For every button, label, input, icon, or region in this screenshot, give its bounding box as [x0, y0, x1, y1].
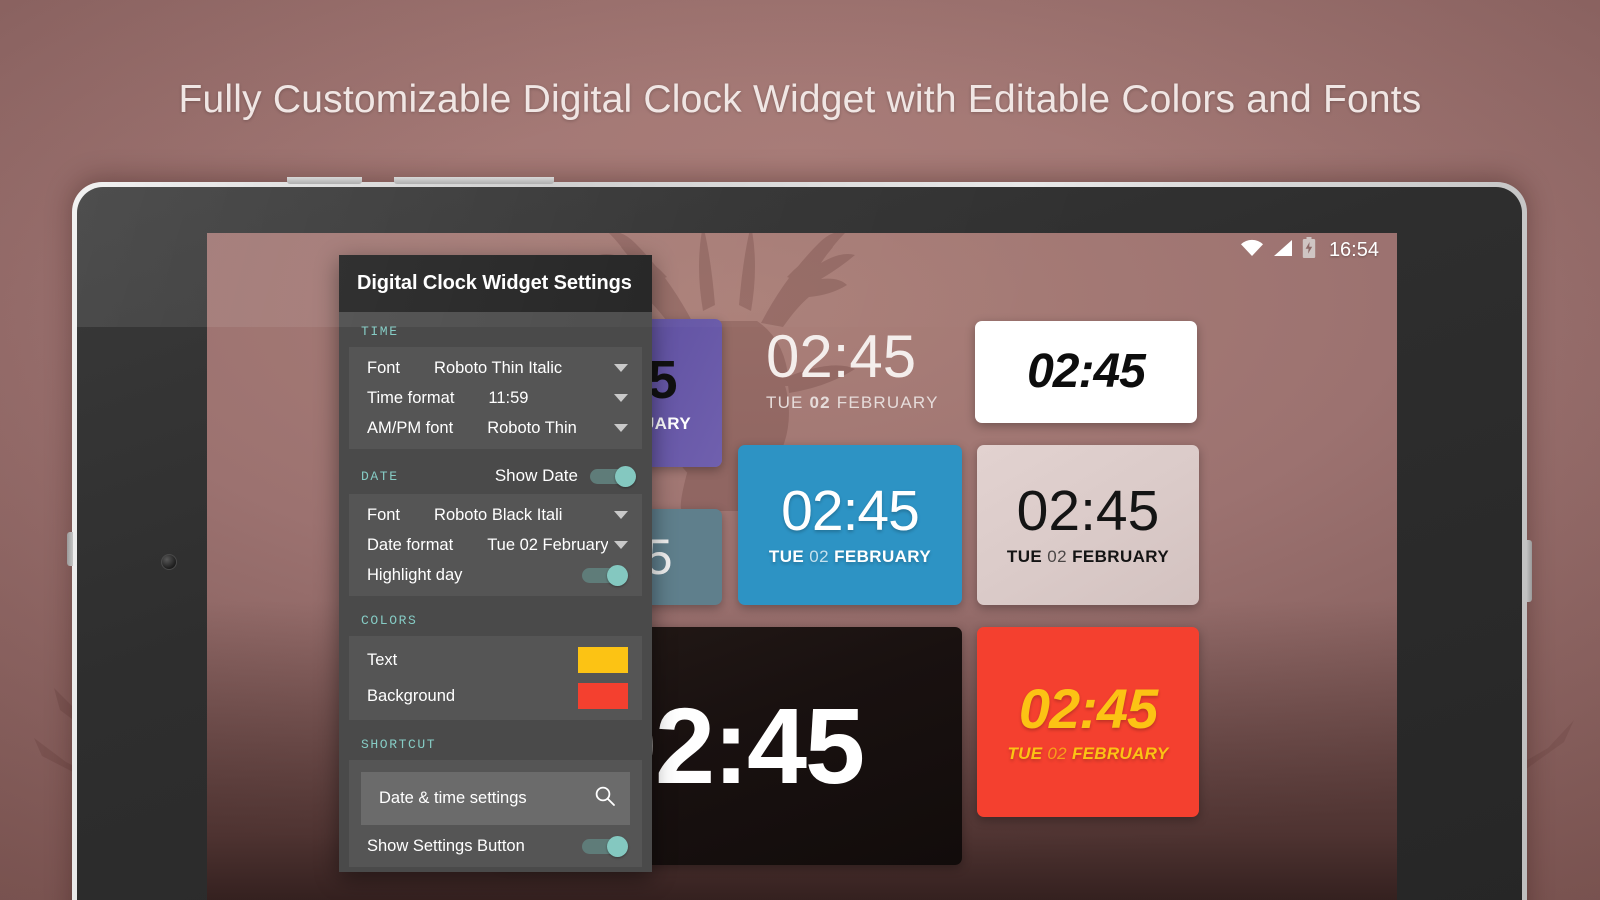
widget-preview-red[interactable]: 02:45 TUE 02 FEBRUARY	[977, 627, 1199, 817]
toggle-thumb	[607, 565, 628, 586]
setting-row-time-format[interactable]: Time format 11:59	[349, 383, 642, 413]
signal-icon	[1273, 239, 1293, 262]
section-header-date: DATE Show Date	[339, 454, 652, 494]
widget-time: 02:45	[1027, 345, 1146, 398]
widget-date-prefix: TUE	[1007, 743, 1048, 763]
settings-panel-title: Digital Clock Widget Settings	[339, 255, 652, 312]
widget-date: TUE 02 FEBRUARY	[766, 393, 939, 413]
widget-preview-transparent[interactable]: 02:45 TUE 02 FEBRUARY	[760, 315, 982, 425]
search-icon[interactable]	[594, 785, 616, 812]
setting-key: AM/PM font	[367, 418, 454, 437]
text-color-swatch[interactable]	[578, 647, 628, 673]
widget-date-suffix: FEBRUARY	[828, 547, 932, 566]
tablet-screen: 16:54 02:45 TUE 02 FEBRUARY 02:45 TUE 02…	[207, 233, 1397, 900]
setting-row-time-font[interactable]: Font Roboto Thin Italic	[349, 353, 642, 383]
background-color-swatch[interactable]	[578, 683, 628, 709]
setting-row-ampm-font[interactable]: AM/PM font Roboto Thin	[349, 413, 642, 443]
setting-key: Font	[367, 505, 401, 524]
widget-date: TUE 02 FEBRUARY	[769, 547, 931, 567]
section-label-date: DATE	[361, 468, 399, 484]
tablet-bezel: 16:54 02:45 TUE 02 FEBRUARY 02:45 TUE 02…	[77, 187, 1522, 900]
tablet-device: 16:54 02:45 TUE 02 FEBRUARY 02:45 TUE 02…	[67, 177, 1532, 900]
setting-key: Time format	[367, 388, 455, 407]
setting-row-highlight-day[interactable]: Highlight day	[349, 560, 642, 590]
widget-time: 02:45	[781, 479, 920, 543]
setting-value: Roboto Thin Italic	[434, 358, 563, 377]
setting-row-date-format[interactable]: Date format Tue 02 February	[349, 530, 642, 560]
widget-date: TUE 02 FEBRUARY	[1007, 744, 1168, 764]
setting-key: Font	[367, 358, 401, 377]
shortcut-search-value: Date & time settings	[379, 789, 527, 807]
promo-headline: Fully Customizable Digital Clock Widget …	[178, 78, 1422, 121]
show-date-toggle[interactable]	[590, 466, 636, 487]
widget-preview-beige[interactable]: 02:45 TUE 02 FEBRUARY	[977, 445, 1199, 605]
setting-key: Background	[367, 686, 456, 705]
widget-time: 02:45	[1016, 479, 1160, 543]
show-date-label: Show Date	[494, 466, 578, 485]
widget-date: TUE 02 FEBRUARY	[1007, 547, 1169, 567]
setting-row-text-color[interactable]: Text	[349, 642, 642, 678]
widget-preview-white[interactable]: 02:45	[975, 321, 1197, 423]
status-bar-clock: 16:54	[1328, 238, 1379, 261]
highlight-day-toggle[interactable]	[582, 565, 628, 586]
section-header-time: TIME	[339, 312, 652, 347]
section-label-time: TIME	[361, 324, 399, 339]
widget-date-day: 02	[1047, 547, 1067, 566]
chevron-down-icon[interactable]	[614, 511, 628, 519]
setting-key: Show Settings Button	[367, 836, 525, 855]
section-label-shortcut: SHORTCUT	[361, 737, 437, 752]
settings-panel: Digital Clock Widget Settings TIME Font …	[339, 255, 652, 872]
setting-row-date-font[interactable]: Font Roboto Black Itali	[349, 500, 642, 530]
section-card-colors: Text Background	[349, 636, 642, 720]
show-settings-button-toggle[interactable]	[582, 836, 628, 857]
chevron-down-icon[interactable]	[614, 424, 628, 432]
widget-date-suffix: FEBRUARY	[830, 393, 939, 412]
setting-row-background-color[interactable]: Background	[349, 678, 642, 714]
wifi-icon	[1240, 239, 1264, 262]
setting-row-show-settings-button[interactable]: Show Settings Button	[349, 831, 642, 861]
tablet-speaker-grill	[287, 177, 362, 184]
widget-time: 02:45	[766, 323, 917, 390]
setting-value: Roboto Black Itali	[434, 505, 563, 524]
setting-key: Text	[367, 650, 398, 669]
tablet-speaker-grill-2	[394, 177, 554, 184]
widget-date-day: 02	[1047, 743, 1067, 763]
setting-value: Tue 02 February	[487, 535, 608, 554]
widget-date-prefix: TUE	[768, 547, 810, 566]
section-card-time: Font Roboto Thin Italic Time format 11:5…	[349, 347, 642, 449]
setting-value: Roboto Thin	[487, 418, 577, 437]
section-header-shortcut: SHORTCUT	[339, 725, 652, 760]
chevron-down-icon[interactable]	[614, 364, 628, 372]
tablet-volume-button[interactable]	[67, 532, 73, 566]
chevron-down-icon[interactable]	[614, 394, 628, 402]
section-card-shortcut: Date & time settings Show Settings Butto…	[349, 760, 642, 867]
widget-date-prefix: TUE	[1006, 547, 1048, 566]
setting-key: Highlight day	[367, 565, 463, 584]
tablet-power-button[interactable]	[1526, 540, 1532, 602]
section-card-date: Font Roboto Black Itali Date format Tue …	[349, 494, 642, 596]
widget-date-suffix: FEBRUARY	[1066, 743, 1169, 763]
chevron-down-icon[interactable]	[614, 541, 628, 549]
toggle-thumb	[607, 836, 628, 857]
shortcut-search-field[interactable]: Date & time settings	[361, 772, 630, 825]
setting-value: 11:59	[488, 388, 529, 407]
widget-date-day: 02	[809, 393, 831, 412]
section-label-colors: COLORS	[361, 613, 418, 628]
section-header-colors: COLORS	[339, 601, 652, 636]
battery-charging-icon	[1302, 237, 1316, 263]
widget-date-prefix: TUE	[766, 393, 810, 412]
widget-preview-blue[interactable]: 02:45 TUE 02 FEBRUARY	[738, 445, 962, 605]
toggle-thumb	[615, 466, 636, 487]
front-camera-icon	[161, 554, 177, 570]
widget-date-day: 02	[809, 547, 829, 566]
widget-date-suffix: FEBRUARY	[1066, 547, 1170, 566]
setting-key: Date format	[367, 535, 454, 554]
widget-time: 02:45	[1018, 676, 1158, 740]
